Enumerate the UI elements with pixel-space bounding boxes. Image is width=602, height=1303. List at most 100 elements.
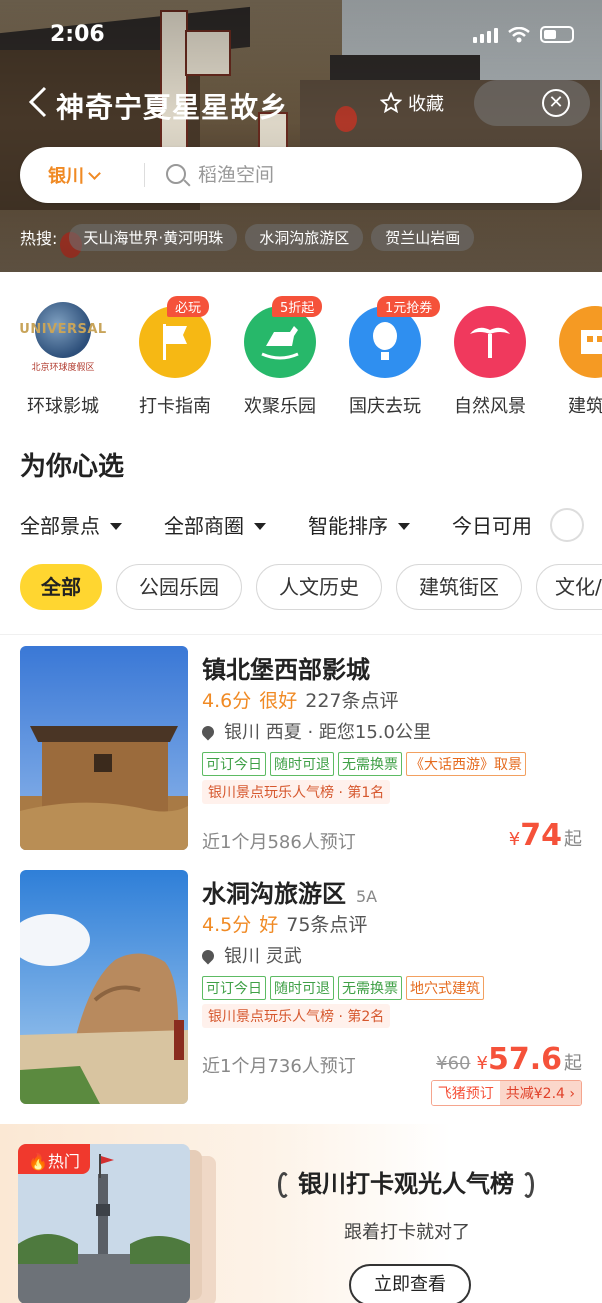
filter-today-label: 今日可用 [452,514,532,538]
ranking-banner[interactable]: 🔥热门 银川打卡观光人气榜 跟着打卡就对了 立即查看 [0,1124,602,1303]
location-pin-icon [199,947,217,965]
listing-reviews: 227条点评 [305,690,399,712]
back-icon[interactable] [28,86,56,120]
hot-search-tag[interactable]: 贺兰山岩画 [371,223,475,251]
chip-all[interactable]: 全部 [20,564,102,610]
listing-name: 镇北堡西部影城 [202,650,370,685]
banner-title-text: 银川打卡观光人气榜 [298,1170,514,1198]
category-circle [454,306,526,378]
banner-title: 银川打卡观光人气榜 [270,1164,542,1199]
category-label: 自然风景 [454,396,526,417]
promo-badge[interactable]: 飞猪预订 共减¥2.4 › [430,1080,582,1106]
palm-tree-icon [454,306,526,378]
filter-label: 全部商圈 [164,514,244,538]
search-icon [166,164,186,184]
filter-all-spots[interactable]: 全部景点 [20,510,122,539]
category-national-day[interactable]: 1元抢券 国庆去玩 [330,294,441,418]
close-pill[interactable]: ✕ [474,80,590,126]
signal-icon [473,27,498,43]
category-nature[interactable]: 自然风景 [435,294,545,418]
price-value: 57.6 [487,1042,562,1077]
chip-architecture[interactable]: 建筑街区 [396,564,522,610]
category-badge: 5折起 [272,296,323,317]
section-title: 为你心选 [20,452,125,482]
chip-parks[interactable]: 公园乐园 [116,564,242,610]
category-circle: 必玩 [139,296,211,378]
listing-name: 水洞沟旅游区 5A [202,874,377,909]
category-checkin[interactable]: 必玩 打卡指南 [120,294,230,418]
caret-down-icon [254,523,266,530]
price-suffix: 起 [564,829,582,850]
listing-price: ¥60 ¥57.6 起 [436,1042,582,1077]
location-pin-icon [199,723,217,741]
price-symbol: ¥ [508,829,521,850]
listing-card[interactable]: 镇北堡西部影城 4.6分 很好 227条点评 银川 西夏 · 距您15.0公里 可订… [0,646,602,856]
listing-thumbnail [20,646,188,850]
hot-badge-label: 热门 [47,1152,80,1171]
filter-label: 智能排序 [308,514,388,538]
filter-all-areas[interactable]: 全部商圈 [164,510,266,539]
chevron-down-icon [88,167,101,180]
favorite-label: 收藏 [408,94,444,115]
city-selector[interactable]: 银川 [48,162,101,188]
hot-search-label: 热搜: [20,229,58,248]
filter-label: 全部景点 [20,514,100,538]
today-available-toggle[interactable] [550,508,584,542]
favorite-button[interactable]: 收藏 [380,90,444,116]
listing-card[interactable]: 水洞沟旅游区 5A 4.5分好 75条点评 银川 灵武 可订今日 随时可退 无需换票… [0,870,602,1106]
listing-tag: 无需换票 [338,752,402,776]
category-row: UNIVERSAL 北京环球度假区 环球影城 必玩 打卡指南 5折起 欢聚乐园 … [0,272,602,422]
hot-search-tag[interactable]: 水洞沟旅游区 [245,223,364,251]
close-icon[interactable]: ✕ [542,89,570,117]
battery-icon [540,26,574,43]
listing-feature-tag: 地穴式建筑 [406,976,484,1000]
laurel-right-icon [522,1172,534,1198]
banner-subtitle: 跟着打卡就对了 [344,1222,470,1243]
category-universal[interactable]: UNIVERSAL 北京环球度假区 环球影城 [8,294,118,418]
listing-feature-tag: 《大话西游》取景 [406,752,526,776]
listing-score: 4.5分 [202,914,252,936]
listing-location: 银川 西夏 · 距您15.0公里 [199,718,431,744]
listing-rank[interactable]: 银川景点玩乐人气榜 · 第2名 [202,1004,391,1028]
price-symbol: ¥ [476,1053,488,1074]
category-circle: 5折起 [244,296,323,378]
top-bar: 神奇宁夏星星故乡 收藏 ✕ [0,80,602,126]
listing-tag: 随时可退 [270,752,334,776]
wifi-icon [508,26,530,42]
filter-sort[interactable]: 智能排序 [308,510,410,539]
search-divider [144,163,145,187]
category-park[interactable]: 5折起 欢聚乐园 [225,294,335,418]
caret-down-icon [110,523,122,530]
listing-rating: 4.5分好 75条点评 [202,910,367,937]
divider [0,634,602,635]
listing-location-text: 银川 西夏 · 距您15.0公里 [224,722,431,743]
price-suffix: 起 [564,1053,582,1074]
chip-culture[interactable]: 人文历史 [256,564,382,610]
status-bar: 2:06 [0,0,602,70]
listing-booked: 近1个月586人预订 [202,832,356,853]
search-bar[interactable]: 银川 [20,147,582,203]
fire-icon: 🔥 [28,1152,48,1171]
listing-rank[interactable]: 银川景点玩乐人气榜 · 第1名 [202,780,391,804]
listing-location-text: 银川 灵武 [224,946,302,967]
listing-tag: 可订今日 [202,976,266,1000]
listing-tags: 可订今日 随时可退 无需换票 地穴式建筑 [202,976,484,1000]
listing-tag: 无需换票 [338,976,402,1000]
search-input[interactable] [198,159,558,191]
city-label: 银川 [48,166,84,187]
listing-level: 5A [356,887,378,906]
laurel-left-icon [278,1172,290,1198]
listing-reviews: 75条点评 [286,914,368,936]
category-architecture[interactable]: 建筑街 [540,294,602,418]
category-circle [559,306,602,378]
promo-discount: 共减¥2.4 › [499,1081,581,1105]
chip-more[interactable]: 文化/ [536,564,602,610]
category-label: 打卡指南 [139,396,211,417]
filter-bar: 全部景点 全部商圈 智能排序 今日可用 [20,508,602,542]
listing-rating-word: 好 [259,914,279,936]
hot-search-tag[interactable]: 天山海世界·黄河明珠 [69,223,238,251]
listing-score: 4.6分 [202,690,252,712]
view-now-button[interactable]: 立即查看 [349,1264,471,1303]
listing-rating: 4.6分 很好 227条点评 [202,686,399,713]
page-title: 神奇宁夏星星故乡 [56,91,289,124]
